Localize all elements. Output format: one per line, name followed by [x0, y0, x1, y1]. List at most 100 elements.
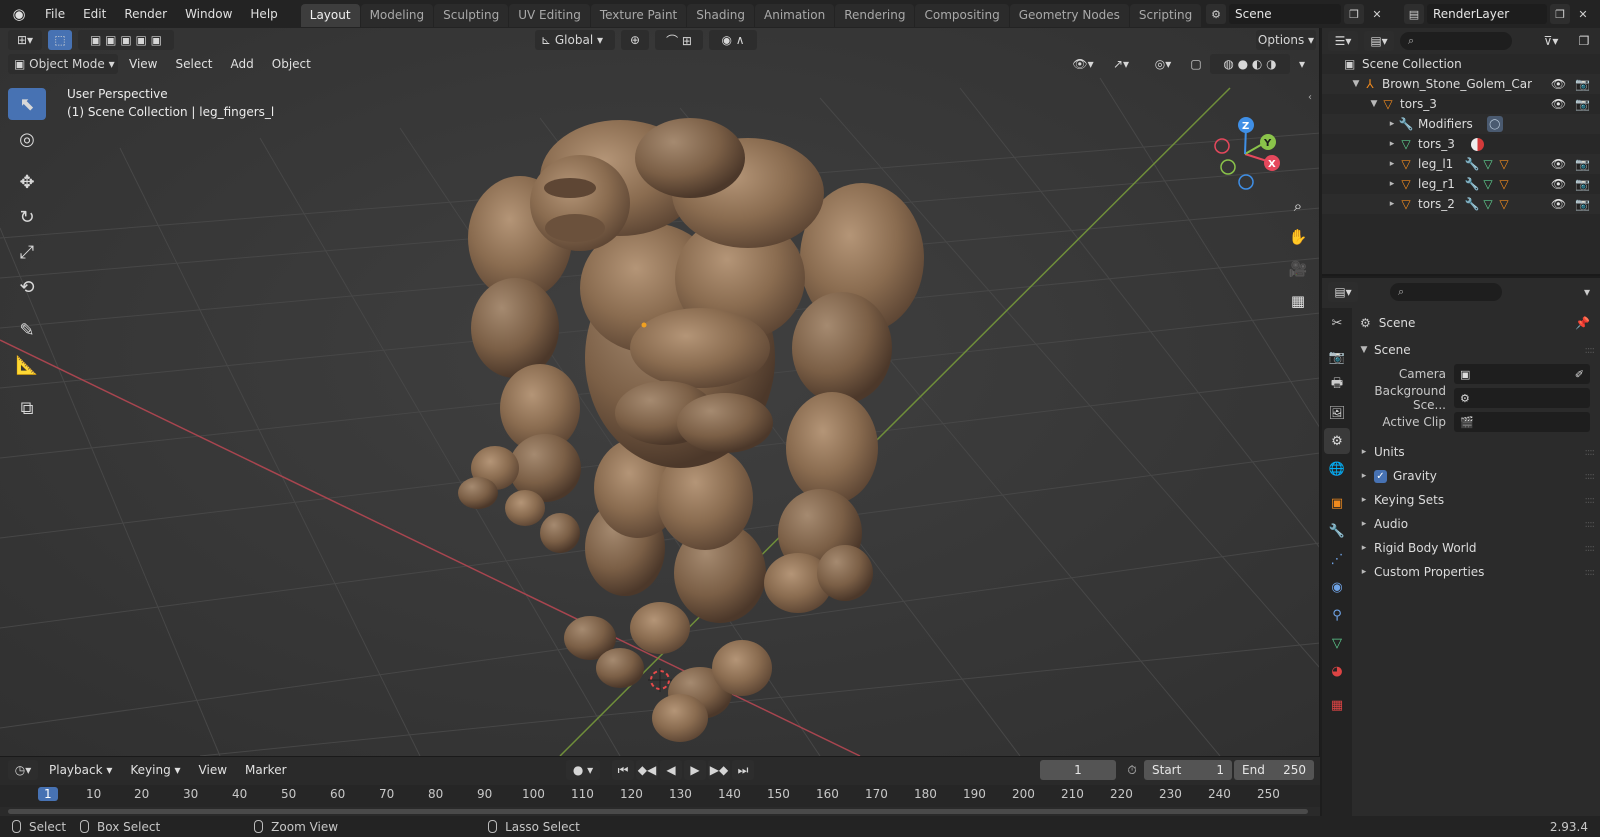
outliner-search-input[interactable]: ⌕: [1400, 32, 1512, 50]
blender-logo-icon[interactable]: ◉: [8, 3, 30, 25]
drag-grip-icon[interactable]: ::::: [1585, 447, 1596, 458]
transform-tool-icon[interactable]: ⟲: [8, 271, 46, 303]
particles-tab-icon[interactable]: ⋰: [1324, 546, 1350, 572]
tab-shading[interactable]: Shading: [687, 4, 754, 27]
gravity-checkbox[interactable]: ✓: [1374, 469, 1387, 483]
shading-mode-buttons[interactable]: ◍ ● ◐ ◑: [1210, 54, 1290, 74]
outliner-row-scene-collection[interactable]: ▣ Scene Collection: [1322, 54, 1600, 74]
outliner-row-modifiers[interactable]: ▸ 🔧 Modifiers ◯: [1322, 114, 1600, 134]
pin-icon[interactable]: 📌: [1575, 316, 1590, 330]
expand-triangle-icon[interactable]: ▼: [1368, 99, 1380, 109]
jump-keyframe-back-icon[interactable]: ◆◀: [636, 760, 658, 780]
add-cube-tool-icon[interactable]: ⧉: [8, 392, 46, 424]
select-tool-icon[interactable]: ⬚: [48, 30, 72, 50]
annotate-tool-icon[interactable]: ✎: [8, 314, 46, 346]
menu-help[interactable]: Help: [241, 3, 286, 25]
cursor-tool-icon[interactable]: ◎: [8, 123, 46, 155]
menu-playback[interactable]: Playback ▾: [42, 760, 119, 780]
eye-icon[interactable]: 👁: [1551, 77, 1566, 91]
end-frame-field[interactable]: End 250: [1234, 760, 1314, 780]
auto-keying-icon[interactable]: ● ▾: [566, 760, 600, 780]
view-layer-name-field[interactable]: RenderLayer: [1427, 4, 1547, 24]
timeline-editor-type-icon[interactable]: ◷▾: [8, 760, 38, 780]
editor-type-icon[interactable]: ⊞▾: [8, 30, 42, 50]
new-view-layer-icon[interactable]: ❐: [1550, 4, 1570, 24]
tab-animation[interactable]: Animation: [755, 4, 835, 27]
3d-viewport[interactable]: X Y Z ⊞▾ ⬚ ▣ ▣ ▣ ▣ ▣ ⊾ Global ▾ ⊕ ⌒ ⊞ ◉ …: [0, 28, 1320, 756]
scene-tab-icon[interactable]: ⚙: [1324, 428, 1350, 454]
camera-view-icon[interactable]: 🎥: [1285, 256, 1311, 282]
current-frame-field[interactable]: 1: [1040, 760, 1116, 780]
tab-uv-editing[interactable]: UV Editing: [509, 4, 590, 27]
ortho-toggle-icon[interactable]: ▦: [1285, 288, 1311, 314]
drag-grip-icon[interactable]: ::::: [1585, 519, 1596, 530]
outliner-row-tors-2[interactable]: ▸ ▽ tors_2 🔧 ▽ ▽ 👁 📷: [1322, 194, 1600, 214]
scene-name-field[interactable]: Scene: [1229, 4, 1341, 24]
measure-tool-icon[interactable]: 📐: [8, 349, 46, 381]
background-scene-field[interactable]: ⚙: [1454, 388, 1590, 408]
eye-icon[interactable]: 👁: [1551, 197, 1566, 211]
world-tab-icon[interactable]: 🌐: [1324, 456, 1350, 482]
drag-grip-icon[interactable]: ::::: [1585, 495, 1596, 506]
outliner-row-golem[interactable]: ▼ ⅄ Brown_Stone_Golem_Cartoon 👁📷: [1322, 74, 1600, 94]
filter-icon[interactable]: ⊽▾: [1536, 31, 1566, 51]
jump-start-icon[interactable]: ⏮: [612, 760, 634, 780]
eye-icon[interactable]: 👁: [1551, 177, 1566, 191]
menu-timeline-view[interactable]: View: [192, 760, 234, 780]
move-tool-icon[interactable]: ✥: [8, 166, 46, 198]
new-scene-icon[interactable]: ❐: [1344, 4, 1364, 24]
camera-icon[interactable]: 📷: [1575, 157, 1590, 171]
jump-keyframe-forward-icon[interactable]: ▶◆: [708, 760, 730, 780]
delete-scene-icon[interactable]: ✕: [1367, 4, 1387, 24]
tab-rendering[interactable]: Rendering: [835, 4, 915, 27]
camera-icon[interactable]: 📷: [1575, 77, 1590, 91]
gizmo-toggle-icon[interactable]: ↗▾: [1102, 54, 1140, 74]
ruler-tick-current[interactable]: 1: [38, 787, 58, 801]
constraints-tab-icon[interactable]: ⚲: [1324, 602, 1350, 628]
menu-marker[interactable]: Marker: [238, 760, 293, 780]
tab-texture-paint[interactable]: Texture Paint: [590, 4, 687, 27]
object-tab-icon[interactable]: ▣: [1324, 490, 1350, 516]
new-collection-icon[interactable]: ❐: [1574, 31, 1594, 51]
expand-triangle-icon[interactable]: ▼: [1350, 79, 1362, 89]
scale-tool-icon[interactable]: ⤢: [8, 236, 46, 268]
menu-select[interactable]: Select: [168, 54, 219, 74]
frame-ruler[interactable]: 1 10 20 30 40 50 60 70 80 90 100 110 120…: [0, 785, 1320, 807]
timeline-scrollbar[interactable]: [8, 809, 1308, 814]
camera-icon[interactable]: 📷: [1575, 197, 1590, 211]
tab-modeling[interactable]: Modeling: [360, 4, 434, 27]
chevron-down-icon[interactable]: ▾: [1584, 285, 1590, 299]
pan-view-icon[interactable]: ✋: [1285, 224, 1311, 250]
keying-sets-subpanel[interactable]: ▸ Keying Sets ::::: [1354, 488, 1600, 512]
expand-triangle-icon[interactable]: ▸: [1386, 139, 1398, 149]
transform-orientation-dropdown[interactable]: ⊾ Global ▾: [535, 30, 615, 50]
tab-sculpting[interactable]: Sculpting: [434, 4, 509, 27]
tab-geometry-nodes[interactable]: Geometry Nodes: [1009, 4, 1129, 27]
menu-keying[interactable]: Keying ▾: [123, 760, 187, 780]
tab-layout[interactable]: Layout: [300, 4, 360, 27]
delete-view-layer-icon[interactable]: ✕: [1573, 4, 1593, 24]
scene-browse-icon[interactable]: ⚙: [1206, 4, 1226, 24]
jump-end-icon[interactable]: ⏭: [732, 760, 754, 780]
menu-view[interactable]: View: [122, 54, 164, 74]
start-frame-field[interactable]: Start 1: [1144, 760, 1232, 780]
zoom-view-icon[interactable]: ⌕: [1285, 193, 1311, 219]
tool-tab-icon[interactable]: ✂: [1324, 310, 1350, 336]
outliner-row-tors-3-mesh[interactable]: ▸ ▽ tors_3: [1322, 134, 1600, 154]
drag-grip-icon[interactable]: ::::: [1585, 471, 1596, 482]
drag-grip-icon[interactable]: ::::: [1585, 567, 1596, 578]
physics-tab-icon[interactable]: ◉: [1324, 574, 1350, 600]
camera-icon[interactable]: 📷: [1575, 177, 1590, 191]
audio-subpanel[interactable]: ▸ Audio ::::: [1354, 512, 1600, 536]
rigid-body-world-subpanel[interactable]: ▸ Rigid Body World ::::: [1354, 536, 1600, 560]
menu-object[interactable]: Object: [265, 54, 318, 74]
selection-mode-buttons[interactable]: ▣ ▣ ▣ ▣ ▣: [78, 30, 174, 50]
render-tab-icon[interactable]: 📷: [1324, 344, 1350, 370]
mesh-data-tab-icon[interactable]: ▽: [1324, 630, 1350, 656]
eye-icon[interactable]: 👁: [1551, 97, 1566, 111]
overlay-toggle-icon[interactable]: ◎▾: [1144, 54, 1182, 74]
active-clip-field[interactable]: 🎬: [1454, 412, 1590, 432]
tab-compositing[interactable]: Compositing: [915, 4, 1009, 27]
scene-panel-header[interactable]: ▼ Scene ::::: [1354, 338, 1600, 362]
expand-triangle-icon[interactable]: ▸: [1386, 179, 1398, 189]
